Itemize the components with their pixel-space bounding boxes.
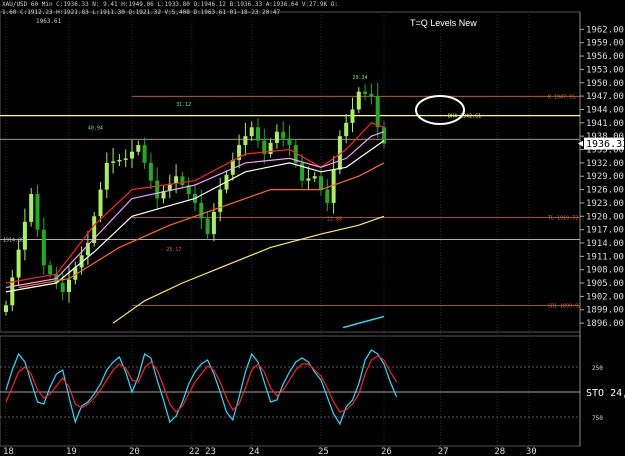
x-tick-label: 22 23	[189, 447, 216, 456]
level-label: 1914.80	[3, 237, 24, 243]
x-tick-label: 18	[3, 447, 14, 456]
candle-body	[312, 176, 317, 179]
y-tick-label: 1911.00	[586, 252, 624, 262]
x-tick-label: 30	[526, 447, 537, 456]
candle-body	[41, 229, 46, 266]
price-annotation: 40.94	[88, 125, 103, 131]
highlight-ellipse	[415, 95, 465, 125]
level-label: R 1947.95	[548, 94, 575, 100]
candles	[4, 82, 386, 316]
last-price-label: 1936.33	[586, 139, 625, 150]
y-tick-label: 1905.00	[586, 279, 624, 289]
candle-body	[104, 162, 109, 190]
y-tick-label: 1944.00	[586, 105, 624, 115]
candle-body	[16, 249, 21, 278]
price-pane	[0, 11, 581, 333]
stochastic-pane	[0, 335, 581, 447]
x-tick-label: 27	[438, 447, 449, 456]
candle-body	[325, 189, 330, 203]
stoch-tick-label: 750	[592, 415, 603, 422]
y-tick-label: 1914.00	[586, 239, 624, 249]
candle-body	[60, 283, 65, 292]
candle-body	[205, 218, 210, 235]
x-tick-label: 26	[381, 447, 392, 456]
candle-body	[29, 194, 34, 222]
candle-body	[142, 145, 147, 163]
stoch-label: STO 24,	[586, 388, 625, 399]
candle-body	[281, 131, 286, 139]
candle-body	[350, 109, 355, 123]
stoch-line-cyan	[5, 349, 398, 426]
x-tick-label: 25	[318, 447, 329, 456]
y-tick-label: 1932.00	[586, 159, 624, 169]
header-line-1: XAU/USD 60 Min C:1936.33 N: 9.41 H:1949.…	[2, 1, 338, 8]
y-tick-label: 1956.00	[586, 52, 624, 62]
candle-body	[4, 305, 8, 312]
candle-body	[356, 91, 361, 110]
chart-title: T=Q Levels New	[410, 18, 477, 28]
level-label: TL 1919.72	[548, 216, 578, 222]
candle-body	[363, 91, 368, 94]
candle-body	[274, 131, 279, 143]
x-tick-label: 20	[129, 447, 140, 456]
candle-body	[306, 178, 311, 181]
candle-body	[22, 221, 27, 250]
candle-body	[256, 127, 260, 141]
y-tick-label: 1899.00	[586, 306, 624, 316]
y-tick-label: 1923.00	[586, 199, 624, 209]
candle-body	[123, 158, 128, 160]
x-tick-label: 24	[249, 447, 260, 456]
stoch-tick-label: 250	[592, 365, 603, 372]
y-tick-label: 1962.00	[586, 25, 624, 35]
candle-body	[67, 279, 71, 292]
y-tick-label: 1950.00	[586, 79, 624, 89]
candle-body	[148, 162, 153, 181]
header-line-2: 1.60 C:1912.23 H:1921.83 L:1911.30 O:192…	[2, 9, 281, 16]
candle-body	[268, 142, 273, 154]
y-tick-label: 1929.00	[586, 172, 624, 182]
candle-body	[48, 265, 53, 275]
y-tick-label: 1908.00	[586, 266, 624, 276]
candle-body	[98, 189, 103, 217]
candle-body	[249, 127, 254, 137]
candle-body	[211, 211, 216, 235]
candle-body	[199, 202, 204, 219]
level-label: DH4 1942.61	[448, 114, 481, 120]
candle-body	[369, 93, 374, 97]
candle-body	[130, 151, 134, 159]
level-label: SR1 1899.92	[548, 304, 581, 310]
candle-body	[344, 122, 349, 137]
candle-body	[319, 176, 323, 190]
x-tick-label: 19	[66, 447, 77, 456]
y-tick-label: 1896.00	[586, 319, 624, 329]
candle-body	[375, 96, 380, 128]
high-label: 1963.61	[36, 18, 62, 25]
y-tick-label: 1959.00	[586, 39, 624, 49]
chart-canvas: 1962.00 1959.00 1956.00 1953.00 1950.00 1947.…	[0, 11, 625, 456]
y-tick-label: 1947.00	[586, 92, 624, 102]
price-annotation: 29.34	[353, 75, 368, 81]
y-tick-label: 1902.00	[586, 292, 624, 302]
price-annotation: - 25.17	[160, 247, 181, 253]
candle-body	[136, 145, 141, 152]
price-annotation: - 22.88	[321, 217, 342, 223]
candle-body	[180, 176, 185, 186]
candle-body	[287, 138, 292, 146]
candle-body	[111, 161, 116, 163]
candle-body	[117, 159, 122, 162]
cyan-line	[342, 315, 385, 329]
x-tick-label: 28	[494, 447, 505, 456]
candle-body	[35, 194, 40, 230]
y-tick-label: 1920.00	[586, 212, 624, 222]
y-tick-label: 1953.00	[586, 65, 624, 75]
y-tick-label: 1941.00	[586, 119, 624, 129]
y-tick-label: 1917.00	[586, 226, 624, 236]
candle-body	[243, 136, 248, 146]
candle-body	[174, 176, 179, 184]
candle-body	[155, 180, 160, 199]
price-annotation: 31.12	[176, 102, 191, 108]
y-tick-label: 1926.00	[586, 186, 624, 196]
